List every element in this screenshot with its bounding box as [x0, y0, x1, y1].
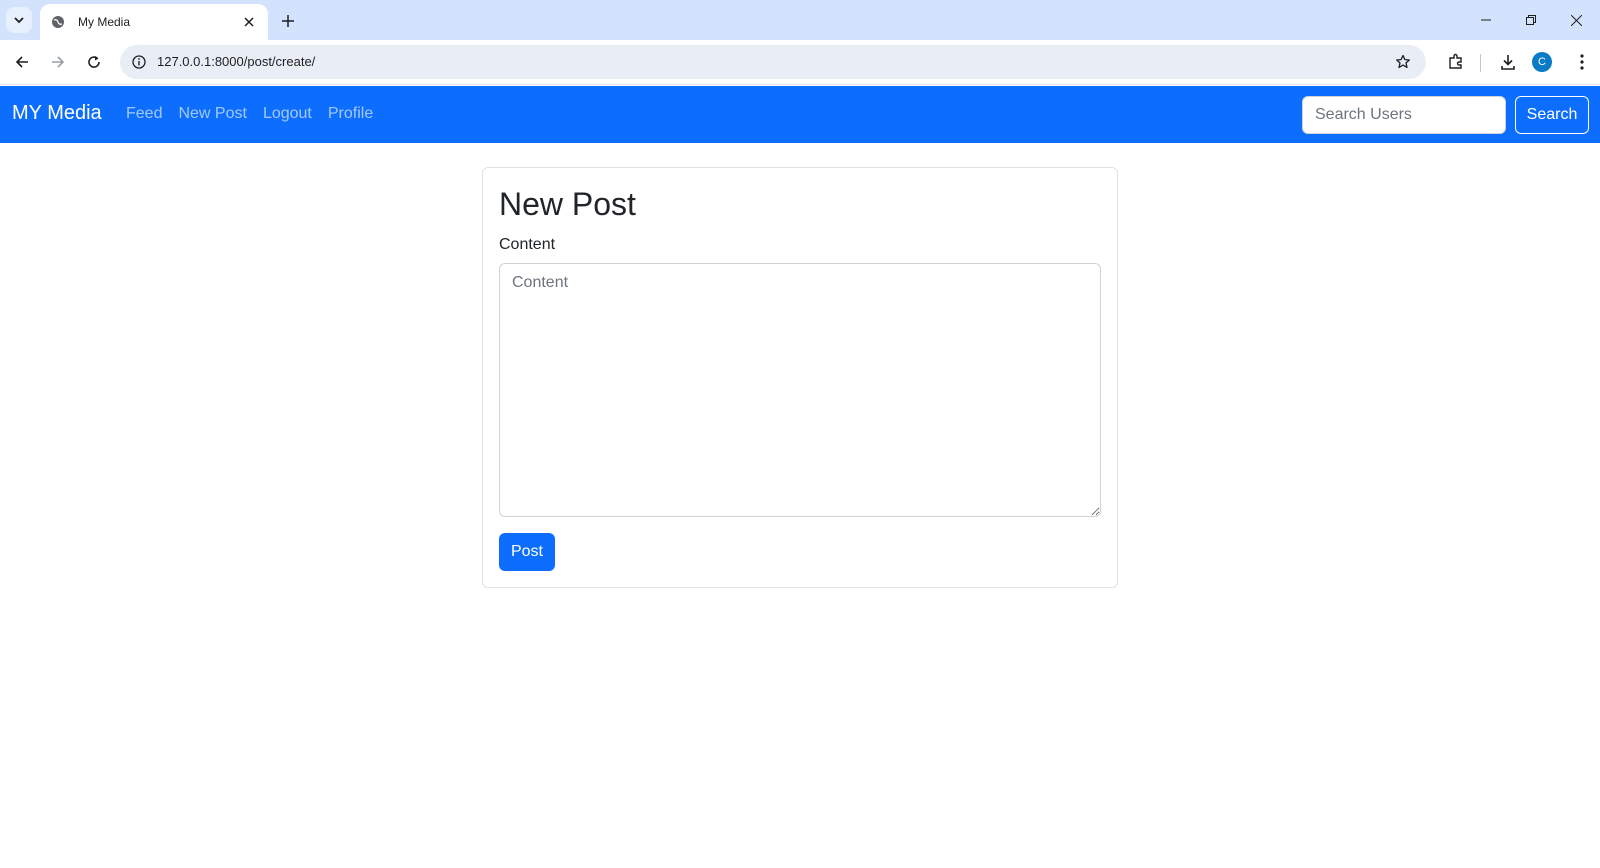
back-button[interactable]	[8, 48, 36, 76]
restore-button[interactable]	[1509, 6, 1553, 34]
search-button[interactable]: Search	[1515, 96, 1589, 134]
tab-strip: My Media	[0, 0, 1600, 40]
close-tab-icon[interactable]	[240, 13, 258, 31]
close-window-button[interactable]	[1554, 6, 1598, 34]
downloads-button[interactable]	[1495, 49, 1521, 75]
site-info-icon[interactable]	[127, 50, 151, 74]
toolbar-separator	[1480, 54, 1481, 72]
profile-avatar[interactable]: C	[1532, 52, 1552, 72]
bookmark-star-icon[interactable]	[1392, 51, 1414, 73]
new-tab-button[interactable]	[276, 9, 300, 33]
globe-icon	[50, 14, 66, 30]
nav-link-feed[interactable]: Feed	[126, 105, 162, 123]
extensions-button[interactable]	[1443, 49, 1469, 75]
brand-link[interactable]: MY Media	[12, 102, 102, 125]
puzzle-icon	[1449, 53, 1462, 69]
url-text: 127.0.0.1:8000/post/create/	[157, 54, 316, 69]
nav-link-new-post[interactable]: New Post	[178, 105, 246, 123]
content-textarea[interactable]	[499, 263, 1101, 517]
page-title: New Post	[499, 186, 636, 222]
restore-icon	[1526, 15, 1536, 25]
tab-title: My Media	[78, 15, 131, 29]
browser-toolbar: 127.0.0.1:8000/post/create/ C	[0, 40, 1600, 85]
reload-icon	[88, 56, 100, 68]
close-icon	[1570, 14, 1582, 26]
browser-menu-button[interactable]	[1569, 49, 1595, 75]
plus-icon	[282, 15, 294, 27]
reload-button[interactable]	[80, 48, 108, 76]
content-label: Content	[499, 236, 556, 253]
post-submit-button[interactable]: Post	[499, 533, 555, 571]
site-navbar: MY Media Feed New Post Logout Profile Se…	[0, 86, 1600, 143]
nav-link-logout[interactable]: Logout	[263, 105, 312, 123]
minimize-icon	[1481, 19, 1491, 21]
arrow-left-icon	[15, 56, 28, 68]
tab-search-button[interactable]	[6, 7, 32, 33]
browser-tab[interactable]: My Media	[40, 4, 268, 40]
nav-links: Feed New Post Logout Profile	[126, 105, 373, 123]
search-users-input[interactable]	[1302, 96, 1506, 134]
kebab-menu-icon	[1580, 54, 1584, 70]
address-bar[interactable]: 127.0.0.1:8000/post/create/	[120, 45, 1426, 79]
download-icon	[1501, 55, 1515, 70]
arrow-right-icon	[52, 56, 65, 68]
nav-link-profile[interactable]: Profile	[328, 105, 373, 123]
forward-button[interactable]	[44, 48, 72, 76]
minimize-button[interactable]	[1464, 6, 1508, 34]
new-post-card: New Post Content Post	[482, 167, 1118, 588]
chevron-down-icon	[14, 17, 24, 24]
